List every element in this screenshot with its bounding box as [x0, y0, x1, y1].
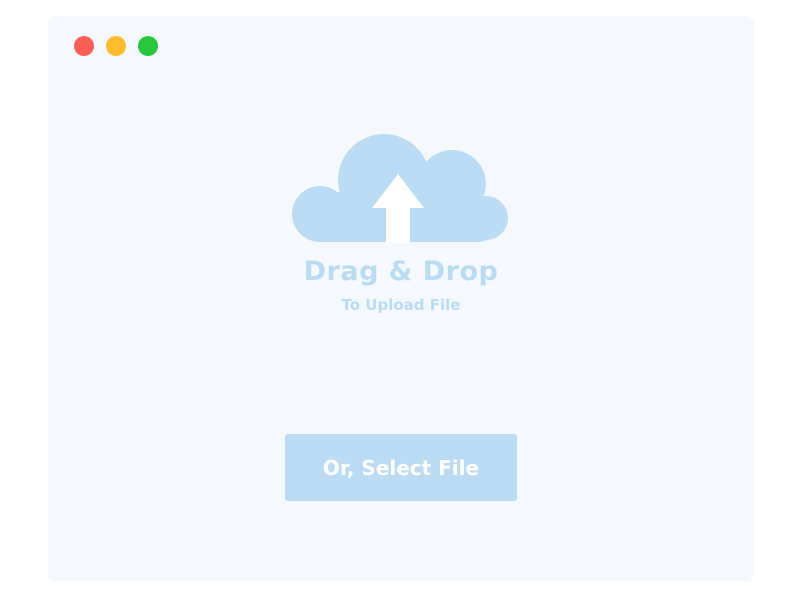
select-file-button[interactable]: Or, Select File [285, 434, 517, 501]
cloud-upload-icon [292, 134, 508, 242]
drop-title: Drag & Drop [303, 256, 499, 287]
drop-subtitle: To Upload File [341, 296, 461, 314]
upload-window: Drag & Drop To Upload File Or, Select Fi… [48, 16, 754, 582]
